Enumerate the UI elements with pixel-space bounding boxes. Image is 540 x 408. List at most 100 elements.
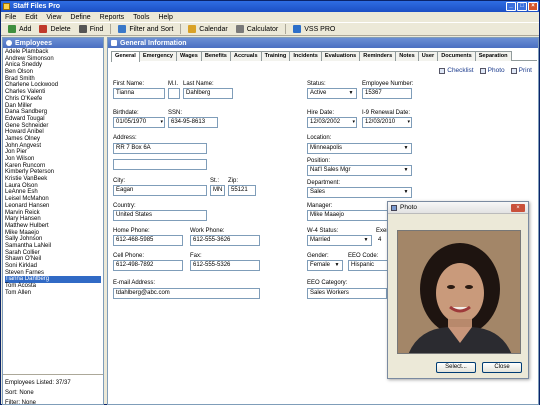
mi-field[interactable] <box>168 88 180 99</box>
calendar-icon[interactable]: ▾ <box>160 118 163 127</box>
fax-field[interactable]: 612-555-5326 <box>190 260 260 271</box>
calculator-button[interactable]: Calculator <box>232 23 283 35</box>
menu-file[interactable]: File <box>5 14 16 21</box>
employee-list-item[interactable]: Brad Smith <box>5 76 103 83</box>
vss-pro-button[interactable]: VSS PRO <box>289 23 339 35</box>
tab-accruals[interactable]: Accruals <box>229 51 262 61</box>
filter-and-sort-button[interactable]: Filter and Sort <box>114 23 177 35</box>
employee-list-item[interactable]: Howard Anibel <box>5 129 103 136</box>
employee-list-item[interactable]: Jon Pier <box>5 149 103 156</box>
menu-reports[interactable]: Reports <box>100 14 125 21</box>
photo-link[interactable]: Photo <box>479 67 505 74</box>
menu-tools[interactable]: Tools <box>133 14 149 21</box>
home-phone-field[interactable]: 612-468-5985 <box>113 235 183 246</box>
employee-list-item[interactable]: Kristie VanBeek <box>5 176 103 183</box>
maximize-button[interactable]: □ <box>517 2 527 11</box>
employee-list-item[interactable]: Shawn O'Neil <box>5 256 103 263</box>
minimize-button[interactable]: _ <box>506 2 516 11</box>
hire-date-field[interactable]: 12/03/2002 ▾ <box>307 117 357 128</box>
tab-separation[interactable]: Separation <box>474 51 512 61</box>
find-button[interactable]: Find <box>75 23 108 35</box>
email-field[interactable]: tdahlberg@abc.com <box>113 288 260 299</box>
employee-list-item[interactable]: Karen Runcorn <box>5 163 103 170</box>
birthdate-field[interactable]: 01/05/1970 ▾ <box>113 117 165 128</box>
tab-benefits[interactable]: Benefits <box>200 51 231 61</box>
tab-wages[interactable]: Wages <box>176 51 202 61</box>
employee-list-item[interactable]: Jon Wilson <box>5 156 103 163</box>
first-name-field[interactable]: Tianna <box>113 88 165 99</box>
employee-list-item[interactable]: Leisel McMahon <box>5 196 103 203</box>
employee-list-item[interactable]: Anica Sneddy <box>5 62 103 69</box>
employee-list-item[interactable]: Steven Farnes <box>5 270 103 277</box>
close-button[interactable]: × <box>528 2 538 11</box>
employee-list-item[interactable]: Adele Plamback <box>5 49 103 56</box>
tab-general[interactable]: General <box>111 51 140 62</box>
zip-field[interactable]: 55121 <box>228 185 256 196</box>
gender-select[interactable]: Female ▼ <box>307 260 343 271</box>
ssn-field[interactable]: 634-95-8613 <box>168 117 218 128</box>
photo-close-button[interactable]: Close <box>482 362 522 373</box>
employee-list-item[interactable]: Samantha LaNeil <box>5 243 103 250</box>
employee-list-item[interactable]: Matthew Hulbert <box>5 223 103 230</box>
add-button[interactable]: Add <box>4 23 35 35</box>
employee-list-item[interactable]: Sarah Collier <box>5 250 103 257</box>
employee-list-item[interactable]: Andrew Simonson <box>5 56 103 63</box>
location-select[interactable]: Minneapolis ▼ <box>307 143 412 154</box>
i9-date-field[interactable]: 12/03/2010 ▾ <box>362 117 412 128</box>
employee-list-item[interactable]: Charlene Lockwood <box>5 82 103 89</box>
employee-list-item[interactable]: James Olney <box>5 136 103 143</box>
address-line1-field[interactable]: RR 7 Box 6A <box>113 143 207 154</box>
tab-notes[interactable]: Notes <box>395 51 419 61</box>
employee-list-item[interactable]: John Angvest <box>5 143 103 150</box>
employee-list-item[interactable]: Marvin Reick <box>5 210 103 217</box>
employee-list-item[interactable]: Tom Acosta <box>5 283 103 290</box>
department-select[interactable]: Sales ▼ <box>307 187 412 198</box>
work-phone-field[interactable]: 612-555-3626 <box>190 235 260 246</box>
country-field[interactable]: United States <box>113 210 207 221</box>
employee-list-item[interactable]: Ben Olson <box>5 69 103 76</box>
employee-list-item[interactable]: Leonard Hansen <box>5 203 103 210</box>
cell-phone-field[interactable]: 612-498-7892 <box>113 260 183 271</box>
w4-status-select[interactable]: Married ▼ <box>307 235 372 246</box>
city-field[interactable]: Eagan <box>113 185 207 196</box>
tab-user[interactable]: User <box>417 51 439 61</box>
state-field[interactable]: MN <box>210 185 225 196</box>
menu-define[interactable]: Define <box>70 14 90 21</box>
employee-list-item[interactable]: Tom Allen <box>5 290 103 297</box>
employee-list-item[interactable]: Charles Valenti <box>5 89 103 96</box>
tab-emergency[interactable]: Emergency <box>138 51 178 61</box>
last-name-field[interactable]: Dahlberg <box>183 88 233 99</box>
position-select[interactable]: Nat'l Sales Mgr ▼ <box>307 165 412 176</box>
employee-list-item[interactable]: Gene Schneider <box>5 123 103 130</box>
tab-training[interactable]: Training <box>260 51 291 61</box>
eeo-code-select[interactable]: Hispanic <box>348 260 392 271</box>
calendar-icon[interactable]: ▾ <box>352 118 355 127</box>
calendar-icon[interactable]: ▾ <box>407 118 410 127</box>
employee-list-item[interactable]: Soni Kirklad <box>5 263 103 270</box>
photo-close-x-button[interactable]: × <box>511 204 525 212</box>
menu-help[interactable]: Help <box>158 14 172 21</box>
employee-list-item[interactable]: Dana Sandberg <box>5 109 103 116</box>
print-link[interactable]: Print <box>510 67 532 74</box>
tab-documents[interactable]: Documents <box>437 51 476 61</box>
employee-list-item[interactable]: Laura Olson <box>5 183 103 190</box>
employee-list-item[interactable]: Dan Miller <box>5 103 103 110</box>
tab-evaluations[interactable]: Evaluations <box>320 51 361 61</box>
employee-number-field[interactable]: 15367 <box>362 88 412 99</box>
exemptions-value[interactable]: 4 <box>378 237 381 243</box>
tab-reminders[interactable]: Reminders <box>359 51 397 61</box>
tab-incidents[interactable]: Incidents <box>289 51 322 61</box>
eeo-category-select[interactable]: Sales Workers <box>307 288 387 299</box>
employee-list-item[interactable]: Mike Maaejo <box>5 230 103 237</box>
employee-list[interactable]: Adele Plamback Andrew Simonson Anica Snedd… <box>3 48 103 296</box>
employee-list-item[interactable]: Tianna Dahlberg <box>5 276 101 284</box>
status-select[interactable]: Active ▼ <box>307 88 357 99</box>
photo-select-button[interactable]: Select... <box>436 362 476 373</box>
menu-edit[interactable]: Edit <box>25 14 37 21</box>
employee-list-item[interactable]: Sally Johnson <box>5 236 103 243</box>
employee-list-item[interactable]: Kimberly Peterson <box>5 169 103 176</box>
checklist-link[interactable]: Checklist <box>439 67 474 74</box>
employee-list-item[interactable]: Mary Hansen <box>5 216 103 223</box>
address-line2-field[interactable] <box>113 159 207 170</box>
menu-view[interactable]: View <box>46 14 61 21</box>
